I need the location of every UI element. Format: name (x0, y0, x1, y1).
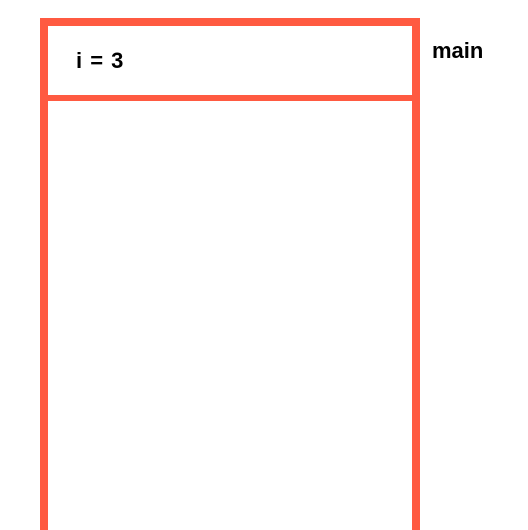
stack-top-border (40, 18, 420, 26)
stack-left-wall (40, 18, 48, 530)
stack-frame: i = 3 (48, 26, 412, 101)
call-stack: i = 3 (40, 18, 420, 530)
stack-right-wall (412, 18, 420, 530)
frame-variable: i = 3 (76, 48, 124, 74)
frame-label: main (432, 38, 483, 64)
